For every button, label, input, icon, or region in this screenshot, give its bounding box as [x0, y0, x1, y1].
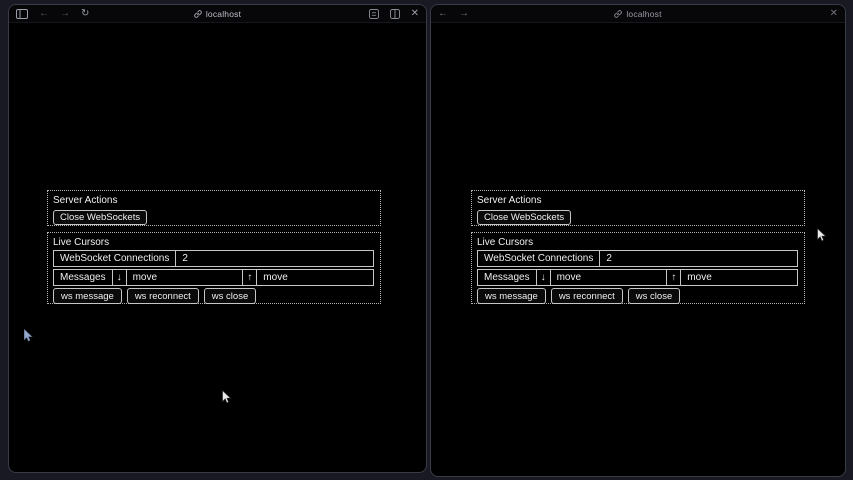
titlebar: ← → localhost ✕ [431, 5, 845, 23]
server-actions-section: Server Actions Close WebSockets [47, 190, 381, 226]
messages-row: Messages ↓ move ↑ move [53, 269, 374, 286]
sent-message-cell: move [680, 269, 798, 286]
close-icon[interactable]: ✕ [411, 8, 419, 20]
connections-value-cell: 2 [599, 250, 798, 267]
browser-window-left: ← → ↻ localhost [8, 4, 427, 473]
titlebar-left-controls: ← → [438, 8, 469, 20]
received-message-cell: move [126, 269, 244, 286]
url-text: localhost [206, 9, 241, 19]
received-arrow-icon: ↓ [536, 269, 551, 286]
titlebar-left-controls: ← → ↻ [16, 8, 89, 20]
close-websockets-button[interactable]: Close WebSockets [53, 210, 147, 225]
section-legend: Live Cursors [53, 237, 374, 248]
messages-label-cell: Messages [477, 269, 537, 286]
titlebar: ← → ↻ localhost [9, 5, 426, 23]
split-view-icon[interactable] [390, 8, 400, 20]
ws-close-button[interactable]: ws close [204, 288, 256, 304]
live-cursors-section: Live Cursors WebSocket Connections 2 Mes… [471, 232, 805, 304]
section-legend: Server Actions [53, 195, 374, 206]
server-actions-section: Server Actions Close WebSockets [471, 190, 805, 226]
connections-row: WebSocket Connections 2 [53, 250, 374, 267]
connections-label-cell: WebSocket Connections [53, 250, 176, 267]
messages-row: Messages ↓ move ↑ move [477, 269, 798, 286]
connections-row: WebSocket Connections 2 [477, 250, 798, 267]
sidebar-toggle-icon[interactable] [16, 8, 28, 20]
close-icon[interactable]: ✕ [830, 8, 838, 20]
connections-value-cell: 2 [175, 250, 374, 267]
page-content: Server Actions Close WebSockets Live Cur… [431, 24, 845, 476]
close-websockets-button[interactable]: Close WebSockets [477, 210, 571, 225]
ws-buttons-row: ws message ws reconnect ws close [477, 288, 798, 304]
received-message-cell: move [550, 269, 668, 286]
live-cursors-section: Live Cursors WebSocket Connections 2 Mes… [47, 232, 381, 304]
received-arrow-icon: ↓ [112, 269, 127, 286]
back-icon[interactable]: ← [39, 8, 49, 20]
ws-buttons-row: ws message ws reconnect ws close [53, 288, 374, 304]
ws-close-button[interactable]: ws close [628, 288, 680, 304]
messages-label-cell: Messages [53, 269, 113, 286]
section-legend: Live Cursors [477, 237, 798, 248]
address-display[interactable]: localhost [431, 5, 845, 22]
ws-message-button[interactable]: ws message [53, 288, 122, 304]
connections-label-cell: WebSocket Connections [477, 250, 600, 267]
reload-icon[interactable]: ↻ [81, 8, 89, 20]
titlebar-right-controls: ✕ [830, 8, 838, 20]
titlebar-right-controls: ✕ [369, 8, 419, 20]
ws-message-button[interactable]: ws message [477, 288, 546, 304]
sent-arrow-icon: ↑ [242, 269, 257, 286]
browser-window-right: ← → localhost ✕ Server Actions Close Web… [430, 4, 846, 477]
ws-reconnect-button[interactable]: ws reconnect [551, 288, 623, 304]
reader-mode-icon[interactable] [369, 8, 379, 20]
forward-icon[interactable]: → [60, 8, 70, 20]
link-icon [194, 10, 202, 18]
url-text: localhost [626, 9, 661, 19]
ws-reconnect-button[interactable]: ws reconnect [127, 288, 199, 304]
section-legend: Server Actions [477, 195, 798, 206]
sent-message-cell: move [256, 269, 374, 286]
page-content: Server Actions Close WebSockets Live Cur… [9, 24, 426, 472]
sent-arrow-icon: ↑ [666, 269, 681, 286]
back-icon[interactable]: ← [438, 8, 448, 20]
link-icon [614, 10, 622, 18]
forward-icon[interactable]: → [459, 8, 469, 20]
